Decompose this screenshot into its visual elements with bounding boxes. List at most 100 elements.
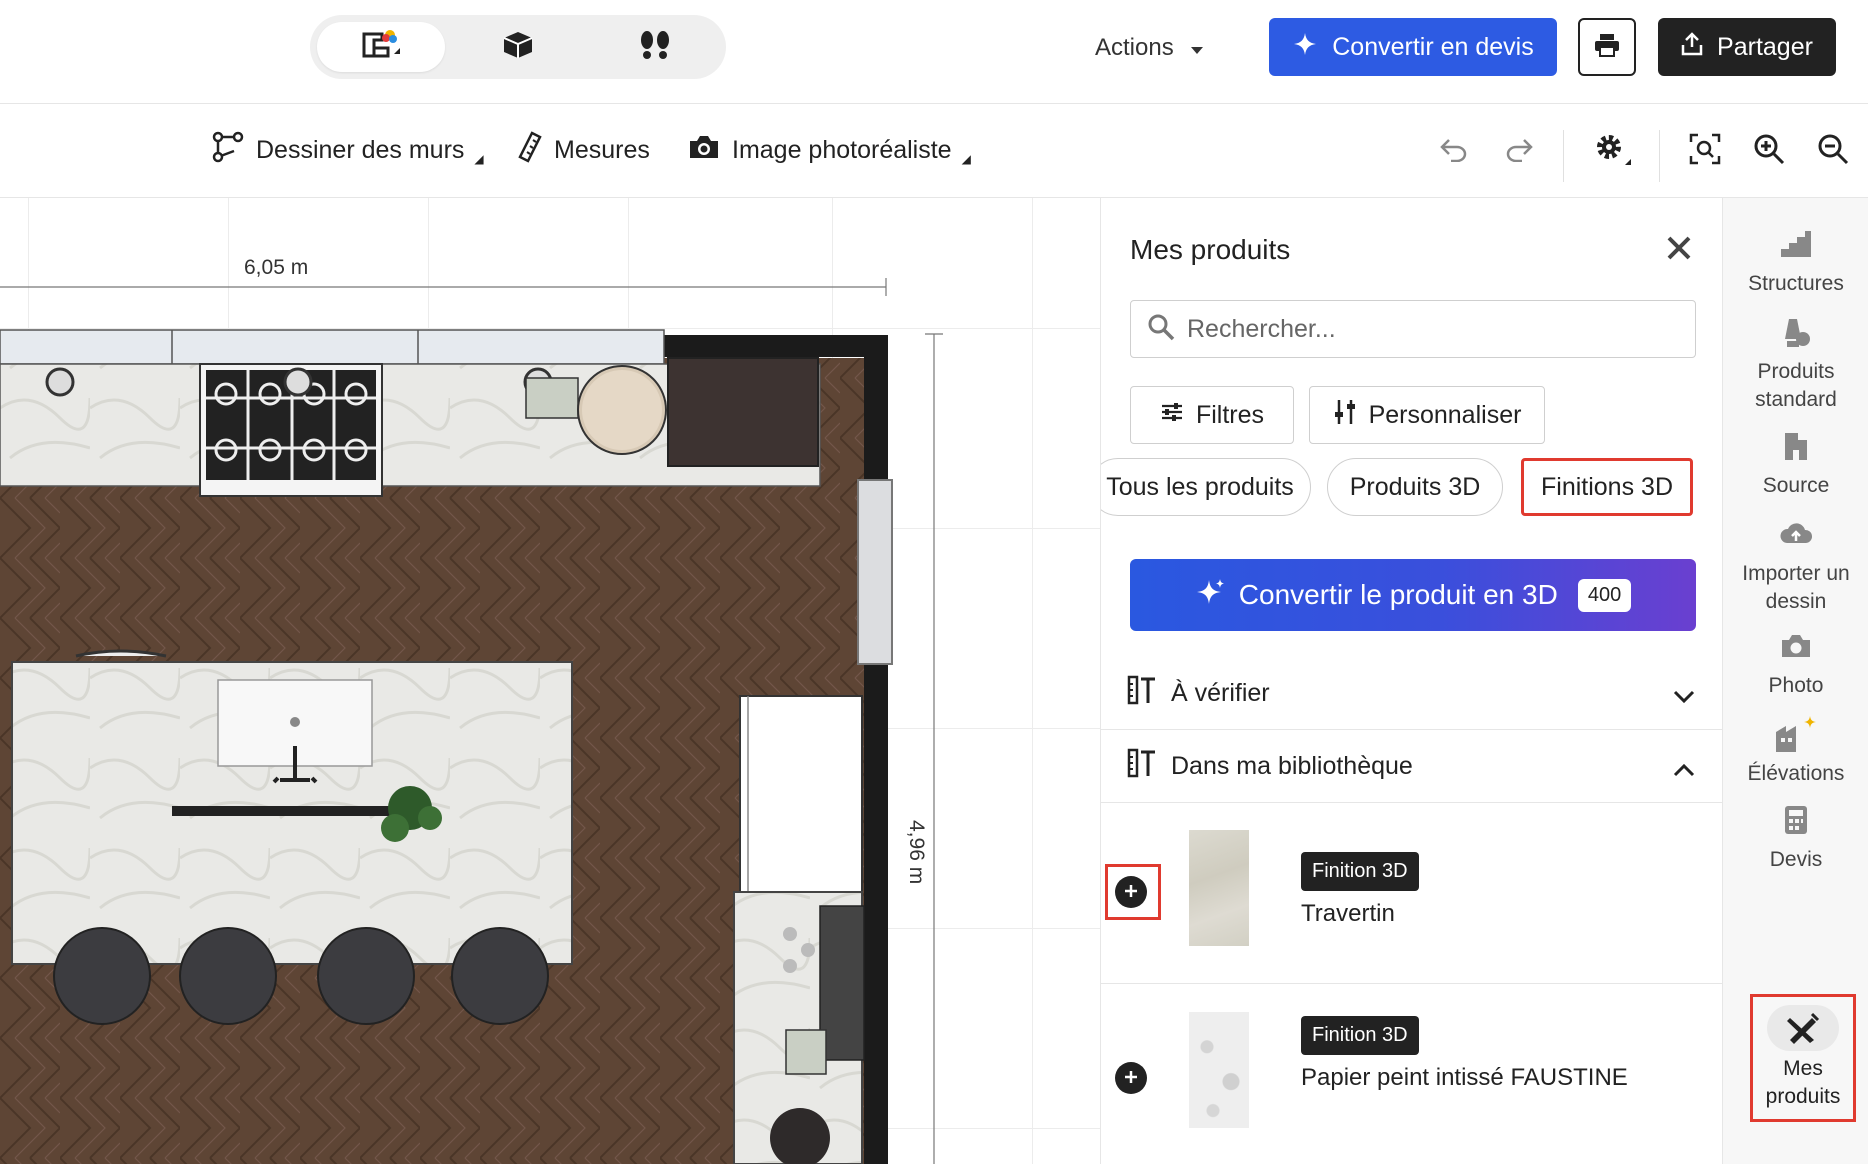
sidebar-item-standard-products[interactable]: Produits standard bbox=[1723, 310, 1868, 414]
cube-icon bbox=[502, 30, 534, 65]
add-product-button[interactable] bbox=[1115, 876, 1147, 908]
close-panel-button[interactable] bbox=[1659, 230, 1699, 270]
credits-badge: 400 bbox=[1577, 578, 1632, 612]
customize-label: Personnaliser bbox=[1368, 400, 1522, 429]
footsteps-icon bbox=[638, 30, 672, 65]
chip-3d-products[interactable]: Produits 3D bbox=[1327, 458, 1503, 516]
cloud-upload-icon bbox=[1779, 512, 1813, 556]
share-button[interactable]: Partager bbox=[1658, 18, 1836, 76]
gear-icon bbox=[1593, 131, 1633, 172]
photo-image-label: Image photoréaliste bbox=[732, 135, 952, 164]
search-icon bbox=[1147, 313, 1175, 346]
customize-button[interactable]: Personnaliser bbox=[1309, 386, 1545, 444]
settings-button[interactable] bbox=[1590, 128, 1636, 174]
sidebar-item-import-drawing[interactable]: Importer un dessin bbox=[1723, 512, 1868, 616]
wall-draw-icon bbox=[212, 131, 244, 170]
chip-all-products[interactable]: Tous les produits bbox=[1101, 458, 1311, 516]
view-walkthrough-button[interactable] bbox=[591, 22, 719, 72]
camera-icon bbox=[688, 134, 720, 167]
stairs-icon bbox=[1779, 222, 1813, 266]
corner-caret-icon: ◢ bbox=[474, 152, 484, 166]
sidebar-item-photo[interactable]: Photo bbox=[1723, 624, 1868, 700]
plus-icon bbox=[1123, 1066, 1139, 1090]
floor-plan-canvas[interactable]: 6,05 m 4,96 m bbox=[0, 198, 1100, 1164]
width-dimension-label: 6,05 m bbox=[244, 256, 309, 279]
tools-icon bbox=[1127, 748, 1157, 785]
convert-3d-label: Convertir le produit en 3D bbox=[1238, 579, 1558, 610]
actions-dropdown[interactable]: Actions bbox=[1095, 28, 1204, 68]
sidebar-item-label: Structures bbox=[1748, 272, 1844, 295]
camera-icon bbox=[1780, 624, 1812, 668]
sparkle-icon bbox=[1195, 577, 1225, 614]
draw-walls-tool[interactable]: Dessiner des murs ◢ bbox=[212, 130, 484, 170]
convert-quote-label: Convertir en devis bbox=[1332, 32, 1534, 61]
search-input[interactable] bbox=[1187, 314, 1667, 344]
measures-tool[interactable]: Mesures bbox=[518, 130, 650, 170]
toolbar-divider bbox=[1563, 130, 1564, 182]
view-2d-plan-button[interactable] bbox=[317, 22, 445, 72]
convert-to-quote-button[interactable]: Convertir en devis bbox=[1269, 18, 1557, 76]
in-library-label: Dans ma bibliothèque bbox=[1171, 752, 1413, 780]
upload-icon bbox=[1681, 31, 1703, 63]
sidebar-item-quote[interactable]: Devis bbox=[1723, 798, 1868, 874]
sidebar-item-label: Photo bbox=[1768, 674, 1824, 697]
chevron-up-icon bbox=[1673, 755, 1695, 784]
print-button[interactable] bbox=[1578, 18, 1636, 76]
sidebar-item-label: Produits standard bbox=[1755, 360, 1837, 411]
my-products-panel: Mes produits Filtres Personnaliser Tous … bbox=[1100, 198, 1722, 1164]
view-3d-button[interactable] bbox=[454, 22, 582, 72]
photorealistic-image-tool[interactable]: Image photoréaliste ◢ bbox=[688, 130, 971, 170]
zoom-out-button[interactable] bbox=[1810, 128, 1856, 174]
list-item[interactable]: Finition 3D Papier peint intissé FAUSTIN… bbox=[1101, 984, 1722, 1164]
zoom-in-button[interactable] bbox=[1746, 128, 1792, 174]
redo-button[interactable] bbox=[1496, 128, 1542, 174]
top-bar: Actions Convertir en devis Partager bbox=[0, 0, 1868, 104]
pencil-ruler-icon bbox=[1767, 1005, 1839, 1051]
actions-label: Actions bbox=[1095, 34, 1174, 61]
tools-icon bbox=[1127, 675, 1157, 712]
sidebar-item-label: Devis bbox=[1769, 848, 1823, 871]
plus-icon bbox=[1123, 880, 1139, 904]
product-name: Travertin bbox=[1301, 900, 1395, 927]
view-mode-switch bbox=[310, 15, 726, 79]
product-name: Papier peint intissé FAUSTINE bbox=[1301, 1064, 1628, 1091]
share-label: Partager bbox=[1717, 32, 1813, 61]
product-thumbnail bbox=[1189, 830, 1249, 946]
filters-button[interactable]: Filtres bbox=[1130, 386, 1294, 444]
tool-bar: Dessiner des murs ◢ Mesures Image photor… bbox=[0, 104, 1868, 198]
zoom-fit-icon bbox=[1689, 133, 1721, 170]
right-sidebar: Structures Produits standard Source Impo… bbox=[1722, 198, 1868, 1164]
sidebar-item-my-products[interactable]: Mes produits bbox=[1750, 994, 1856, 1122]
room-plan-drawing bbox=[0, 278, 943, 1164]
sidebar-item-elevations[interactable]: Élévations bbox=[1723, 712, 1868, 788]
height-dimension-label: 4,96 m bbox=[905, 820, 928, 885]
lamp-icon bbox=[1781, 310, 1811, 354]
convert-product-to-3d-button[interactable]: Convertir le produit en 3D 400 bbox=[1130, 559, 1696, 631]
store-flag-icon bbox=[1782, 424, 1810, 468]
add-product-button[interactable] bbox=[1115, 1062, 1147, 1094]
chevron-down-icon bbox=[1673, 682, 1695, 711]
zoom-fit-button[interactable] bbox=[1682, 128, 1728, 174]
panel-title: Mes produits bbox=[1130, 234, 1291, 265]
section-in-library[interactable]: Dans ma bibliothèque bbox=[1101, 731, 1722, 803]
sidebar-item-label: Source bbox=[1762, 474, 1830, 497]
sidebar-item-structures[interactable]: Structures bbox=[1723, 222, 1868, 298]
zoom-out-icon bbox=[1817, 133, 1849, 170]
undo-button[interactable] bbox=[1431, 128, 1477, 174]
chip-3d-finishes[interactable]: Finitions 3D bbox=[1521, 458, 1693, 516]
search-box bbox=[1130, 300, 1696, 358]
sidebar-item-label: Mes produits bbox=[1765, 1057, 1841, 1108]
draw-walls-label: Dessiner des murs bbox=[256, 135, 465, 164]
product-thumbnail bbox=[1189, 1012, 1249, 1128]
building-sparkle-icon bbox=[1772, 712, 1820, 756]
list-item[interactable]: Finition 3D Travertin bbox=[1101, 804, 1722, 984]
floorplan-icon bbox=[360, 28, 402, 67]
calculator-icon bbox=[1783, 798, 1809, 842]
section-to-verify[interactable]: À vérifier bbox=[1101, 658, 1722, 730]
toolbar-divider bbox=[1659, 130, 1660, 182]
sidebar-item-source[interactable]: Source bbox=[1723, 424, 1868, 500]
zoom-in-icon bbox=[1753, 133, 1785, 170]
product-type-badge: Finition 3D bbox=[1301, 852, 1419, 891]
caret-down-icon bbox=[1190, 34, 1204, 62]
adjust-icon bbox=[1333, 398, 1357, 433]
